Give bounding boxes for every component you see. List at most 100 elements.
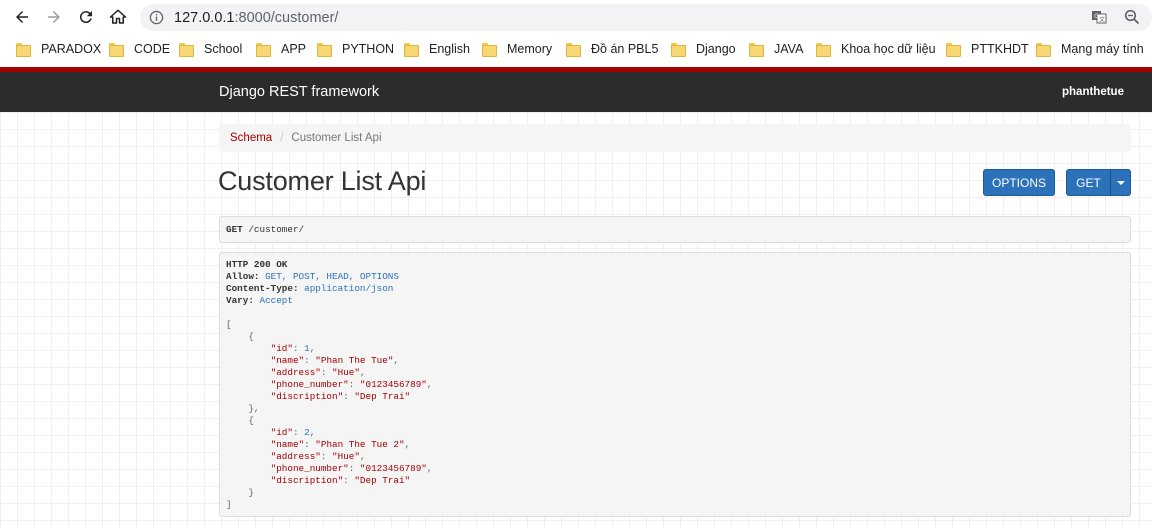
json-punctuation: {	[226, 331, 254, 342]
home-button[interactable]	[106, 5, 130, 29]
json-punctuation: :	[320, 451, 333, 462]
folder-icon	[256, 43, 271, 57]
bookmark-english[interactable]: English	[404, 40, 470, 58]
main-content: Schema / Customer List Api Customer List…	[0, 112, 1152, 528]
brand-link[interactable]: Django REST framework	[219, 84, 379, 100]
user-menu[interactable]: phanthetue	[1062, 86, 1124, 98]
bookmark-do-an-pbl5[interactable]: Đồ án PBL5	[566, 40, 658, 58]
request-info: GET /customer/	[219, 216, 1131, 243]
folder-icon	[566, 43, 581, 57]
folder-icon	[404, 43, 419, 57]
back-button[interactable]	[10, 5, 34, 29]
json-punctuation: ,	[309, 427, 316, 438]
record-1-discription: "Dep Trai"	[354, 391, 411, 402]
folder-icon	[109, 43, 124, 57]
record-1-name: "Phan The Tue"	[315, 355, 394, 366]
response-status: HTTP 200 OK	[226, 259, 288, 270]
zoom-icon[interactable]	[1124, 9, 1140, 25]
record-2-address: "Hue"	[332, 451, 360, 462]
folder-icon	[1036, 43, 1051, 57]
bookmark-pttkhdt[interactable]: PTTKHDT	[946, 40, 1029, 58]
json-punctuation: ,	[404, 439, 411, 450]
folder-icon	[671, 43, 686, 57]
record-1-phone: "0123456789"	[359, 379, 427, 390]
json-punctuation: },	[226, 403, 260, 414]
translate-icon[interactable]: G文	[1091, 9, 1107, 25]
json-punctuation: ,	[359, 451, 366, 462]
json-punctuation: :	[292, 427, 305, 438]
bookmark-app[interactable]: APP	[256, 40, 306, 58]
bookmark-khoa-hoc-du-lieu[interactable]: Khoa học dữ liệu	[816, 40, 936, 58]
navbar: Django REST framework phanthetue	[0, 72, 1152, 112]
bookmark-memory[interactable]: Memory	[482, 40, 552, 58]
bookmark-mang-may-tinh[interactable]: Mạng máy tính	[1036, 40, 1144, 58]
get-button[interactable]: GET	[1066, 169, 1111, 196]
record-2-phone: "0123456789"	[359, 463, 427, 474]
json-punctuation: :	[343, 391, 355, 402]
json-key: "phone_number"	[270, 379, 349, 390]
header-allow-value: GET, POST, HEAD, OPTIONS	[259, 271, 399, 282]
record-2-name: "Phan The Tue 2"	[315, 439, 405, 450]
url-text: 127.0.0.1:8000/customer/	[174, 10, 339, 26]
json-key: "name"	[270, 355, 305, 366]
folder-icon	[749, 43, 764, 57]
reload-icon	[79, 11, 92, 24]
json-punctuation: ,	[426, 463, 433, 474]
info-icon[interactable]	[149, 10, 164, 25]
json-key: "id"	[270, 427, 293, 438]
json-punctuation: ,	[393, 355, 399, 366]
breadcrumb-separator: /	[280, 132, 284, 144]
json-punctuation: :	[292, 343, 305, 354]
json-punctuation: :	[348, 463, 360, 474]
bookmark-school[interactable]: School	[179, 40, 242, 58]
bookmark-java[interactable]: JAVA	[749, 40, 803, 58]
bookmark-python[interactable]: PYTHON	[317, 40, 394, 58]
json-key: "discription"	[270, 391, 344, 402]
request-method: GET	[226, 224, 243, 235]
folder-icon	[482, 43, 497, 57]
json-key: "id"	[270, 343, 293, 354]
json-punctuation: ,	[359, 367, 366, 378]
json-key: "address"	[270, 367, 321, 378]
json-punctuation: ,	[426, 379, 433, 390]
json-punctuation: :	[304, 355, 316, 366]
folder-icon	[179, 43, 194, 57]
json-punctuation: :	[320, 367, 333, 378]
forward-button[interactable]	[42, 5, 66, 29]
record-1-address: "Hue"	[332, 367, 360, 378]
svg-text:文: 文	[1099, 16, 1105, 24]
folder-icon	[946, 43, 961, 57]
get-format-dropdown[interactable]	[1110, 169, 1131, 196]
header-vary-key: Vary:	[226, 295, 254, 306]
json-punctuation: :	[343, 475, 355, 486]
folder-icon	[16, 43, 31, 57]
json-key: "discription"	[270, 475, 344, 486]
page-title: Customer List Api	[218, 166, 427, 196]
breadcrumb-current: Customer List Api	[291, 132, 382, 144]
folder-icon	[317, 43, 332, 57]
json-punctuation: }	[226, 487, 254, 498]
request-path: /customer/	[242, 224, 305, 235]
json-punctuation: ,	[309, 343, 316, 354]
options-button[interactable]: OPTIONS	[983, 169, 1055, 196]
home-icon	[109, 9, 127, 24]
address-bar[interactable]: 127.0.0.1:8000/customer/	[140, 4, 1152, 31]
bookmark-code[interactable]: CODE	[109, 40, 170, 58]
record-2-discription: "Dep Trai"	[354, 475, 411, 486]
reload-button[interactable]	[74, 5, 98, 29]
breadcrumb-schema-link[interactable]: Schema	[230, 132, 272, 144]
header-content-type-key: Content-Type:	[226, 283, 299, 294]
json-punctuation: :	[348, 379, 360, 390]
bookmark-paradox[interactable]: PARADOX	[16, 40, 101, 58]
breadcrumb: Schema / Customer List Api	[219, 124, 1131, 152]
arrow-left-icon	[16, 11, 28, 23]
bookmark-django[interactable]: Django	[671, 40, 736, 58]
response-info: HTTP 200 OK Allow: GET, POST, HEAD, OPTI…	[219, 252, 1131, 517]
header-content-type-value: application/json	[298, 283, 394, 294]
json-key: "phone_number"	[270, 463, 349, 474]
json-key: "name"	[270, 439, 305, 450]
json-punctuation: ]	[226, 499, 232, 510]
json-punctuation: [	[226, 319, 232, 330]
json-punctuation: :	[304, 439, 316, 450]
caret-down-icon	[1116, 180, 1125, 185]
